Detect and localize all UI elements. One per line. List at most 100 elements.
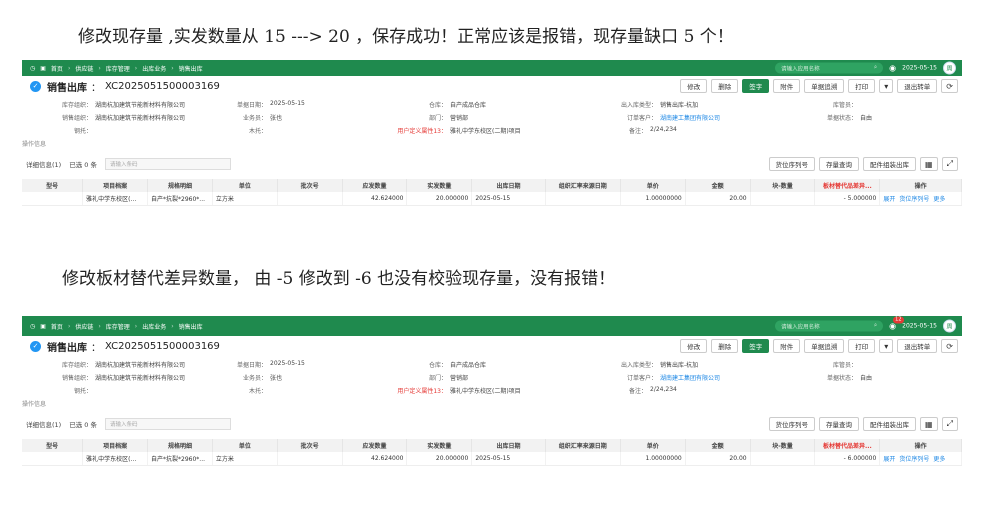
breadcrumb-item[interactable]: 出库业务 bbox=[142, 322, 166, 331]
table-cell[interactable]: 20.000000 bbox=[406, 192, 473, 206]
document-icon[interactable]: ▣ bbox=[40, 65, 46, 72]
breadcrumb-item[interactable]: 首页 bbox=[51, 64, 63, 73]
barcode-filter-input[interactable]: 请输入条码 bbox=[105, 418, 231, 430]
column-header[interactable]: 单价 bbox=[620, 439, 686, 452]
column-header[interactable]: 规格明细 bbox=[147, 179, 213, 192]
detail-tab[interactable]: 详细信息(1) bbox=[26, 159, 61, 169]
column-header[interactable]: 规格明细 bbox=[147, 439, 213, 452]
trace-button[interactable]: 单据追溯 bbox=[804, 79, 845, 93]
column-header[interactable]: 金额 bbox=[685, 439, 751, 452]
grid-layout-icon[interactable]: ▦ bbox=[920, 157, 938, 171]
refresh-icon[interactable]: ⟳ bbox=[941, 79, 958, 93]
barcode-filter-input[interactable]: 请输入条码 bbox=[105, 158, 231, 170]
more-link[interactable]: 更多 bbox=[933, 196, 945, 203]
column-header[interactable]: 型号 bbox=[22, 179, 84, 192]
print-button[interactable]: 打印 bbox=[848, 339, 876, 353]
stock-query-button[interactable]: 存量查询 bbox=[819, 417, 860, 431]
bell-icon[interactable]: ◉ 12 bbox=[889, 316, 904, 331]
refresh-icon[interactable]: ⟳ bbox=[941, 339, 958, 353]
column-header[interactable]: 操作 bbox=[879, 179, 962, 192]
breadcrumb-item[interactable]: 销售出库 bbox=[179, 64, 203, 73]
column-header[interactable]: 型号 bbox=[22, 439, 84, 452]
breadcrumb-item[interactable]: 首页 bbox=[51, 322, 63, 331]
column-header[interactable]: 出库日期 bbox=[471, 179, 546, 192]
operation-info-section[interactable]: 操作信息 bbox=[22, 399, 962, 411]
exit-transfer-button[interactable]: 退出转单 bbox=[897, 339, 938, 353]
attachment-button[interactable]: 附件 bbox=[773, 339, 801, 353]
app-search-input[interactable]: 请输入应用名称 ⌕ bbox=[775, 62, 884, 74]
table-cell[interactable]: 42.624000 bbox=[342, 192, 408, 206]
column-header[interactable]: 单位 bbox=[212, 179, 278, 192]
parts-assembly-outbound-button[interactable]: 配件组装出库 bbox=[863, 157, 917, 171]
table-cell[interactable]: 20.000000 bbox=[406, 452, 473, 466]
column-header[interactable]: 单价 bbox=[620, 179, 686, 192]
breadcrumb-item[interactable]: 供应链 bbox=[75, 322, 93, 331]
breadcrumb-item[interactable]: 供应链 bbox=[75, 64, 93, 73]
column-header[interactable]: 板材替代品差异... bbox=[814, 439, 881, 452]
table-cell[interactable]: - 5.000000 bbox=[814, 192, 881, 206]
table-cell[interactable]: 42.624000 bbox=[342, 452, 408, 466]
document-icon[interactable]: ▣ bbox=[40, 323, 46, 330]
field-value[interactable]: 湖南建工集团有限公司 bbox=[660, 113, 720, 122]
search-icon[interactable]: ⌕ bbox=[874, 65, 877, 72]
clock-icon[interactable]: ◷ bbox=[30, 323, 35, 330]
column-header[interactable]: 应发数量 bbox=[342, 179, 408, 192]
breadcrumb-item[interactable]: 出库业务 bbox=[142, 64, 166, 73]
column-header[interactable]: 项目档案 bbox=[82, 179, 149, 192]
column-header[interactable]: 批次号 bbox=[277, 179, 343, 192]
column-header[interactable]: 实发数量 bbox=[406, 179, 473, 192]
stock-query-button[interactable]: 存量查询 bbox=[819, 157, 860, 171]
delete-button[interactable]: 删除 bbox=[711, 79, 739, 93]
parts-assembly-outbound-button[interactable]: 配件组装出库 bbox=[863, 417, 917, 431]
table-row[interactable]: 雅礼中学东校区(... 自产*抗裂*2960*... 立方米 42.624000 20.… bbox=[22, 452, 962, 466]
print-dropdown-icon[interactable]: ▾ bbox=[879, 79, 894, 93]
avatar[interactable]: 周 bbox=[943, 61, 956, 75]
location-serial-button[interactable]: 货位序列号 bbox=[768, 157, 816, 171]
sign-button[interactable]: 签字 bbox=[742, 79, 770, 93]
avatar[interactable]: 周 bbox=[943, 319, 956, 333]
detail-tab[interactable]: 详细信息(1) bbox=[26, 419, 61, 429]
column-header[interactable]: 单位 bbox=[212, 439, 278, 452]
edit-button[interactable]: 修改 bbox=[680, 79, 708, 93]
location-serial-link[interactable]: 货位序列号 bbox=[899, 456, 929, 463]
breadcrumb-item[interactable]: 库存管理 bbox=[106, 64, 130, 73]
field-value[interactable]: 湖南建工集团有限公司 bbox=[660, 373, 720, 382]
exit-transfer-button[interactable]: 退出转单 bbox=[897, 79, 938, 93]
bell-icon[interactable]: ◉ bbox=[889, 64, 896, 73]
fullscreen-icon[interactable]: ⤢ bbox=[941, 157, 958, 171]
column-header[interactable]: 块-数量 bbox=[750, 179, 816, 192]
column-header[interactable]: 操作 bbox=[879, 439, 962, 452]
location-serial-link[interactable]: 货位序列号 bbox=[899, 196, 929, 203]
column-header[interactable]: 实发数量 bbox=[406, 439, 473, 452]
trace-button[interactable]: 单据追溯 bbox=[804, 339, 845, 353]
print-button[interactable]: 打印 bbox=[848, 79, 876, 93]
column-header[interactable]: 应发数量 bbox=[342, 439, 408, 452]
column-header[interactable]: 金额 bbox=[685, 179, 751, 192]
delete-button[interactable]: 删除 bbox=[711, 339, 739, 353]
column-header[interactable]: 板材替代品差异... bbox=[814, 179, 881, 192]
breadcrumb-item[interactable]: 销售出库 bbox=[179, 322, 203, 331]
breadcrumb-item[interactable]: 库存管理 bbox=[106, 322, 130, 331]
table-cell[interactable]: - 6.000000 bbox=[814, 452, 881, 466]
fullscreen-icon[interactable]: ⤢ bbox=[941, 417, 958, 431]
edit-button[interactable]: 修改 bbox=[680, 339, 708, 353]
location-serial-button[interactable]: 货位序列号 bbox=[768, 417, 816, 431]
column-header[interactable]: 项目档案 bbox=[82, 439, 149, 452]
attachment-button[interactable]: 附件 bbox=[773, 79, 801, 93]
more-link[interactable]: 更多 bbox=[933, 456, 945, 463]
expand-link[interactable]: 展开 bbox=[883, 196, 895, 203]
column-header[interactable]: 组织汇率来源日期 bbox=[545, 439, 621, 452]
expand-link[interactable]: 展开 bbox=[883, 456, 895, 463]
search-icon[interactable]: ⌕ bbox=[874, 323, 877, 330]
operation-info-section[interactable]: 操作信息 bbox=[22, 139, 962, 151]
column-header[interactable]: 出库日期 bbox=[471, 439, 546, 452]
clock-icon[interactable]: ◷ bbox=[30, 65, 35, 72]
column-header[interactable]: 块-数量 bbox=[750, 439, 816, 452]
print-dropdown-icon[interactable]: ▾ bbox=[879, 339, 894, 353]
sign-button[interactable]: 签字 bbox=[742, 339, 770, 353]
table-row[interactable]: 雅礼中学东校区(... 自产*抗裂*2960*... 立方米 42.624000 20.… bbox=[22, 192, 962, 206]
grid-layout-icon[interactable]: ▦ bbox=[920, 417, 938, 431]
column-header[interactable]: 组织汇率来源日期 bbox=[545, 179, 621, 192]
app-search-input[interactable]: 请输入应用名称 ⌕ bbox=[775, 320, 884, 332]
column-header[interactable]: 批次号 bbox=[277, 439, 343, 452]
